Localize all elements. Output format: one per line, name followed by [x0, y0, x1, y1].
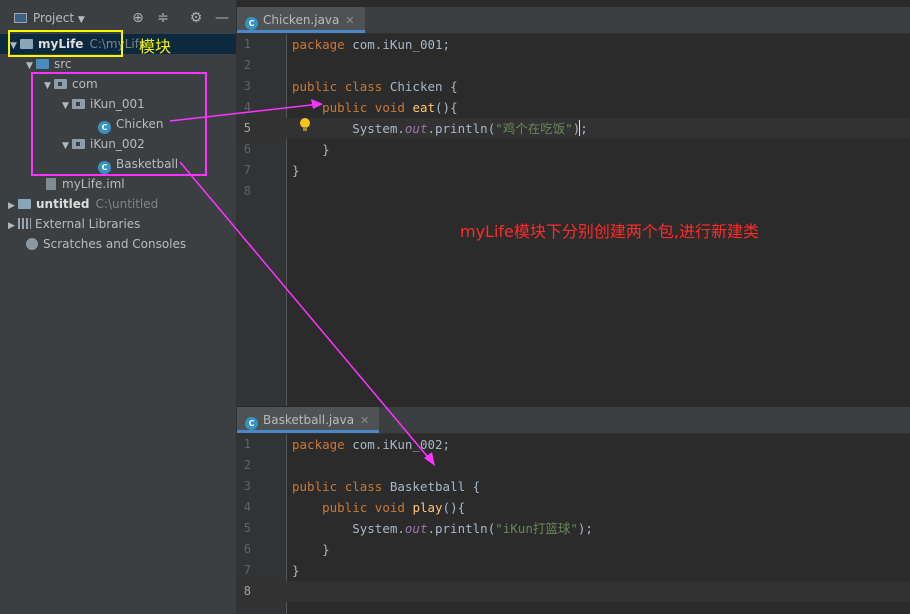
annotation-arrows [169, 99, 435, 466]
annotation-arrow-basketball [179, 161, 433, 463]
annotation-arrow-chicken [169, 103, 321, 122]
arrowhead-icon [311, 99, 323, 109]
